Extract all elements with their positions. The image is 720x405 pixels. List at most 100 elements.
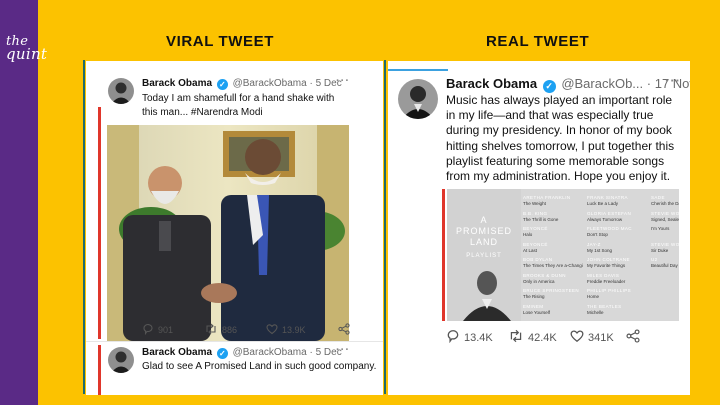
playlist-song: Cherish the Day: [651, 201, 679, 206]
playlist-song: Home: [587, 294, 600, 299]
verified-icon: ✓: [216, 348, 228, 359]
tweet-photo[interactable]: [107, 125, 349, 341]
real-tweet-actions: 13.4K 42.4K 341K: [446, 329, 640, 346]
quote-bar: [98, 107, 101, 339]
retweet-action[interactable]: 42.4K: [508, 329, 570, 346]
playlist-entry: STEVIE WO Sir Duke: [651, 242, 679, 258]
reply-icon: [142, 323, 154, 337]
playlist-song: Beautiful Day: [651, 263, 678, 268]
center-divider: [384, 60, 386, 394]
second-tweet-text: Glad to see A Promised Land in such good…: [142, 361, 377, 372]
playlist-column-1: ARETHA FRANKLIN The Weight B.B. KING The Th…: [523, 195, 583, 319]
book-title-line-2: PROMISED: [455, 226, 512, 236]
playlist-song: Lose Yourself: [523, 309, 551, 315]
playlist-song: The Weight: [523, 201, 546, 206]
author-name-2[interactable]: Barack Obama: [142, 347, 212, 358]
retweet-count: 42.4K: [528, 331, 557, 344]
second-tweet-header: Barack Obama ✓ @BarackObama · 5 Dec: [142, 347, 342, 359]
playlist-artist: STEVIE WO: [651, 241, 679, 247]
book-title-line-1: A: [480, 215, 488, 225]
tweet-text: Today I am shamefull for a hand shake wi…: [142, 93, 335, 118]
playlist-entry: PHILLIP PHILLIPS Home: [587, 288, 647, 304]
playlist-entry: ARETHA FRANKLIN The Weight: [523, 195, 583, 211]
playlist-song: At Last: [523, 247, 538, 253]
real-tweet-heading: REAL TWEET: [486, 33, 590, 50]
viral-tweet-header: Barack Obama ✓ @BarackObama · 5 Dec: [142, 78, 342, 90]
quote-bar-2: [98, 345, 101, 395]
share-icon: [626, 329, 640, 346]
author-handle[interactable]: @BarackObama: [233, 78, 307, 89]
reply-action[interactable]: 901: [142, 323, 204, 337]
author-handle-2[interactable]: @BarackObama: [233, 347, 307, 358]
playlist-song: Luck Be a Lady: [587, 201, 619, 206]
author-name[interactable]: Barack Obama: [446, 76, 537, 91]
more-icon[interactable]: ···: [336, 75, 350, 87]
playlist-song: The Rising: [523, 294, 545, 299]
playlist-entry: I'm Yours: [651, 226, 679, 242]
retweet-icon: [508, 329, 524, 346]
share-action[interactable]: [626, 329, 640, 346]
left-panel-border: [83, 60, 85, 394]
viral-tweet-panel: Barack Obama ✓ @BarackObama · 5 Dec ··· …: [86, 61, 383, 395]
playlist-song: My Favorite Things: [587, 263, 626, 268]
playlist-song: Sir Duke: [651, 247, 669, 253]
share-icon: [338, 323, 350, 337]
reply-icon: [446, 329, 460, 346]
playlist-entry: BROOKS & DUNN Only in America: [523, 273, 583, 289]
more-icon[interactable]: ···: [665, 73, 681, 88]
playlist-entry: BEYONCÉ At Last: [523, 242, 583, 258]
author-name[interactable]: Barack Obama: [142, 78, 212, 89]
playlist-song: The Thrill is Gone: [523, 216, 559, 222]
tweet-divider: [86, 341, 383, 342]
obama-cover-photo: [455, 265, 515, 321]
playlist-artist: STEVIE WO: [651, 210, 679, 216]
obama-avatar-2[interactable]: [108, 347, 134, 373]
the-quint-logo: the quint: [6, 35, 54, 63]
playlist-entry: FRANK SINATRA Luck Be a Lady: [587, 195, 647, 211]
like-count: 13.9K: [282, 325, 306, 335]
playlist-entry: STEVIE WO Signed, Sealed: [651, 211, 679, 227]
playlist-column-3: SADECherish the DaySTEVIE WOSigned, Seal…: [651, 195, 679, 273]
like-action[interactable]: 341K: [570, 329, 626, 346]
playlist-song: My 1st Song: [587, 247, 613, 253]
playlist-card[interactable]: A PROMISED LAND PLAYLIST ARETHA FRANKLIN…: [447, 189, 679, 321]
playlist-song: The Times They Are a-Changin': [523, 263, 583, 268]
book-title-line-3: LAND: [469, 237, 498, 247]
more-icon[interactable]: ···: [336, 344, 350, 356]
like-action[interactable]: 13.9K: [266, 323, 338, 337]
reply-action[interactable]: 13.4K: [446, 329, 508, 346]
logo-line-2: quint: [6, 45, 48, 63]
reply-count: 13.4K: [464, 331, 493, 344]
playlist-song: Only in America: [523, 278, 555, 284]
share-action[interactable]: [338, 323, 350, 337]
playlist-entry: FLEETWOOD MAC Don't Stop: [587, 226, 647, 242]
playlist-song: Signed, Sealed: [651, 216, 679, 222]
playlist-entry: BRUCE SPRINGSTEEN The Rising: [523, 288, 583, 304]
playlist-entry: GLORIA ESTEFAN Always Tomorrow: [587, 211, 647, 227]
playlist-entry: BEYONCÉ Halo: [523, 226, 583, 242]
author-handle[interactable]: @BarackOb...: [561, 76, 643, 91]
verified-icon: ✓: [216, 79, 228, 90]
viral-tweet-heading: VIRAL TWEET: [166, 33, 274, 50]
like-count: 341K: [588, 331, 614, 344]
like-icon: [266, 323, 278, 337]
playlist-song: Freddie Freeloader: [587, 278, 626, 284]
retweet-count: 886: [222, 325, 238, 335]
book-title: A PROMISED LAND: [455, 215, 513, 248]
playlist-entry: U2 Beautiful Day: [651, 257, 679, 273]
playlist-song: Michelle: [587, 309, 604, 315]
playlist-entry: JAY-Z My 1st Song: [587, 242, 647, 258]
obama-avatar[interactable]: [398, 79, 438, 119]
obama-avatar[interactable]: [108, 78, 134, 104]
tweet-text: Music has always played an important rol…: [446, 93, 675, 184]
retweet-action[interactable]: 886: [204, 323, 266, 337]
like-icon: [570, 329, 584, 346]
playlist-entry: B.B. KING The Thrill is Gone: [523, 211, 583, 227]
playlist-entry: MILES DAVIS Freddie Freeloader: [587, 273, 647, 289]
playlist-song: Always Tomorrow: [587, 216, 623, 222]
playlist-subtitle: PLAYLIST: [466, 253, 502, 259]
playlist-song: I'm Yours: [651, 226, 670, 231]
real-tweet-header: Barack Obama ✓ @BarackOb... · 17 Nov: [446, 76, 690, 93]
verified-icon: ✓: [542, 80, 556, 93]
viral-tweet-actions: 901 886 13.9K: [142, 323, 350, 337]
